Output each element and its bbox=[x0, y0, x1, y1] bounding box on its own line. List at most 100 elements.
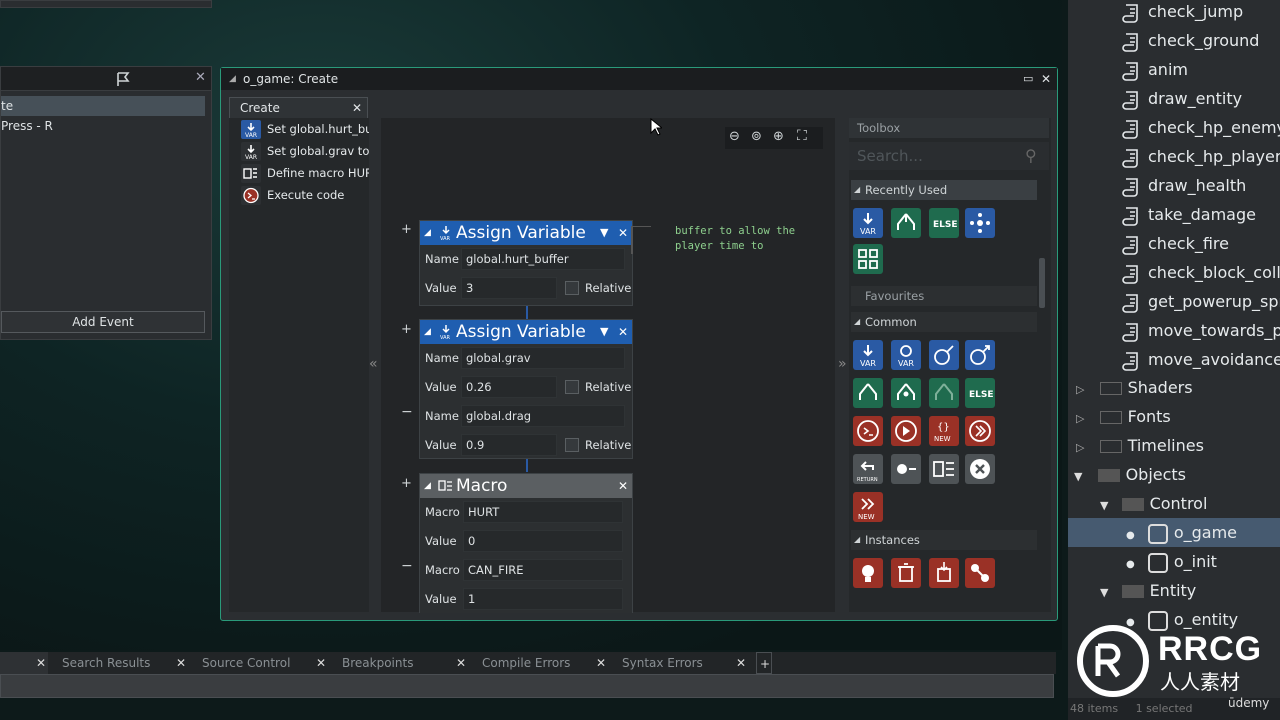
tree-folder-fonts[interactable]: ▷ Fonts bbox=[1068, 402, 1280, 431]
zoom-in-icon[interactable]: ⊕ bbox=[773, 129, 784, 144]
relative-checkbox[interactable] bbox=[565, 380, 579, 394]
action-item[interactable]: Define macro HURT bbox=[229, 162, 369, 184]
instance-var-icon[interactable] bbox=[929, 340, 959, 370]
tab-syntax-errors[interactable]: Syntax Errors ✕ bbox=[620, 652, 750, 674]
run-script-icon[interactable] bbox=[891, 416, 921, 446]
event-row-keypress[interactable]: Press - R bbox=[1, 116, 205, 136]
close-icon[interactable]: ✕ bbox=[618, 221, 628, 245]
tree-item-script[interactable]: draw_entity bbox=[1068, 84, 1280, 113]
if-variable-icon[interactable] bbox=[891, 378, 921, 408]
tree-folder-timelines[interactable]: ▷ Timelines bbox=[1068, 431, 1280, 460]
close-icon[interactable]: ✕ bbox=[456, 652, 466, 674]
chevron-down-icon[interactable]: ▼ bbox=[600, 221, 608, 245]
chevron-right-icon[interactable]: ▷ bbox=[1076, 383, 1084, 396]
macro-name-field[interactable]: CAN_FIRE bbox=[463, 559, 623, 581]
close-icon[interactable]: ✕ bbox=[36, 652, 46, 674]
zoom-reset-icon[interactable]: ⊚ bbox=[751, 129, 762, 144]
name-field[interactable]: global.hurt_buffer bbox=[461, 248, 625, 270]
return-icon[interactable]: RETURN bbox=[853, 454, 883, 484]
break-icon[interactable] bbox=[891, 454, 921, 484]
close-icon[interactable]: ✕ bbox=[176, 652, 186, 674]
close-icon[interactable]: ✕ bbox=[316, 652, 326, 674]
fit-screen-icon[interactable]: ⛶ bbox=[797, 128, 807, 144]
var-set-icon[interactable]: VAR bbox=[853, 340, 883, 370]
zoom-out-icon[interactable]: ⊖ bbox=[729, 129, 740, 144]
collapse-icon[interactable]: ◢ bbox=[424, 474, 431, 498]
collapse-icon[interactable]: − bbox=[401, 558, 413, 574]
toolbox-search-input[interactable]: Search... bbox=[849, 142, 1049, 170]
tab-search-results[interactable]: Search Results ✕ bbox=[60, 652, 190, 674]
section-common[interactable]: ◢ Common bbox=[851, 312, 1037, 332]
collapse-right-icon[interactable]: » bbox=[838, 356, 847, 372]
collapse-icon[interactable]: ◢ bbox=[854, 180, 860, 200]
tab-output[interactable]: ✕ bbox=[0, 652, 48, 674]
if-instance-icon[interactable] bbox=[929, 378, 959, 408]
tree-item-script[interactable]: anim bbox=[1068, 55, 1280, 84]
tree-folder-control[interactable]: ▼ Control bbox=[1068, 489, 1280, 518]
tab-breakpoints[interactable]: Breakpoints ✕ bbox=[340, 652, 470, 674]
tree-item-script[interactable]: check_block_collis bbox=[1068, 258, 1280, 287]
execute-code-icon[interactable] bbox=[853, 416, 883, 446]
comment-text[interactable]: buffer to allow the player time to bbox=[675, 224, 795, 254]
macro-name-field[interactable]: HURT bbox=[463, 501, 623, 523]
exit-icon[interactable] bbox=[965, 454, 995, 484]
value-field[interactable]: 0 bbox=[463, 530, 623, 552]
close-icon[interactable]: ✕ bbox=[352, 98, 362, 118]
tree-item-script[interactable]: move_avoidance bbox=[1068, 345, 1280, 374]
else-icon[interactable]: ELSE bbox=[929, 208, 959, 238]
tree-folder-objects[interactable]: ▼ Objects bbox=[1068, 460, 1280, 489]
chevron-down-icon[interactable]: ▼ bbox=[600, 320, 608, 344]
tree-item-script[interactable]: check_jump bbox=[1068, 0, 1280, 26]
grid-icon[interactable] bbox=[853, 244, 883, 274]
section-recently-used[interactable]: ◢ Recently Used bbox=[851, 180, 1037, 200]
value-field[interactable]: 3 bbox=[461, 277, 557, 299]
chevron-down-icon[interactable]: ▼ bbox=[1074, 470, 1082, 483]
else-icon[interactable]: ELSE bbox=[965, 378, 995, 408]
tree-item-o-init[interactable]: ● o_init bbox=[1068, 547, 1280, 576]
expand-icon[interactable]: + bbox=[401, 476, 412, 491]
instance-var-set-icon[interactable] bbox=[965, 340, 995, 370]
close-icon[interactable]: ✕ bbox=[618, 474, 628, 498]
section-favourites[interactable]: Favourites bbox=[851, 286, 1037, 306]
action-item[interactable]: VAR Set global.grav to 0 bbox=[229, 140, 369, 162]
flag-icon[interactable] bbox=[115, 71, 131, 87]
collapse-icon[interactable]: − bbox=[401, 404, 413, 420]
collapse-left-icon[interactable]: « bbox=[369, 356, 378, 372]
var-get-icon[interactable]: VAR bbox=[891, 340, 921, 370]
tree-item-script[interactable]: get_powerup_sprit bbox=[1068, 287, 1280, 316]
relative-checkbox[interactable] bbox=[565, 281, 579, 295]
event-row-create[interactable]: te bbox=[1, 96, 205, 116]
add-event-button[interactable]: Add Event bbox=[1, 311, 205, 333]
collapse-icon[interactable]: ◢ bbox=[229, 68, 236, 90]
action-item[interactable]: Execute code bbox=[229, 184, 369, 206]
new-function-icon[interactable]: NEW bbox=[853, 492, 883, 522]
move-icon[interactable] bbox=[965, 208, 995, 238]
macro-icon[interactable] bbox=[929, 454, 959, 484]
value-field[interactable]: 1 bbox=[463, 588, 623, 610]
destroy-instance-icon[interactable] bbox=[891, 558, 921, 588]
tree-folder-shaders[interactable]: ▷ Shaders bbox=[1068, 373, 1280, 402]
tab-create[interactable]: Create ✕ bbox=[229, 97, 368, 118]
expand-icon[interactable]: + bbox=[401, 222, 412, 237]
close-icon[interactable]: ✕ bbox=[195, 70, 206, 85]
collapse-icon[interactable]: ◢ bbox=[854, 312, 860, 332]
tree-item-script[interactable]: draw_health bbox=[1068, 171, 1280, 200]
search-icon[interactable]: ⚲ bbox=[1025, 146, 1037, 165]
action-item[interactable]: VAR Set global.hurt_buff bbox=[229, 118, 369, 140]
value-field[interactable]: 0.26 bbox=[461, 376, 557, 398]
collapse-icon[interactable]: ◢ bbox=[424, 320, 431, 344]
tree-item-script[interactable]: take_damage bbox=[1068, 200, 1280, 229]
chevron-down-icon[interactable]: ▼ bbox=[1100, 499, 1108, 512]
close-icon[interactable]: ✕ bbox=[618, 320, 628, 344]
section-instances[interactable]: ◢ Instances bbox=[851, 530, 1037, 550]
add-tab-button[interactable]: + bbox=[756, 652, 772, 674]
maximize-icon[interactable]: ▭ bbox=[1023, 68, 1033, 90]
chevron-down-icon[interactable]: ▼ bbox=[1100, 586, 1108, 599]
destroy-at-position-icon[interactable] bbox=[929, 558, 959, 588]
value-field[interactable]: 0.9 bbox=[461, 434, 557, 456]
relative-checkbox[interactable] bbox=[565, 438, 579, 452]
tab-compile-errors[interactable]: Compile Errors ✕ bbox=[480, 652, 610, 674]
tab-source-control[interactable]: Source Control ✕ bbox=[200, 652, 330, 674]
if-branch-icon[interactable] bbox=[891, 208, 921, 238]
declare-temp-icon[interactable]: {} NEW bbox=[929, 416, 959, 446]
